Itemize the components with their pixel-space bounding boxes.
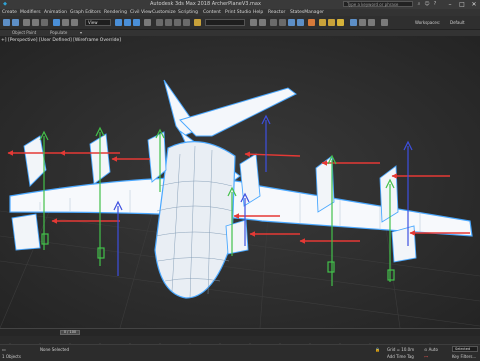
selection-region-icon[interactable]	[71, 19, 78, 26]
redo-icon[interactable]	[12, 19, 19, 26]
objects-count: 1 Objects	[2, 354, 21, 359]
scene-canvas[interactable]	[0, 36, 480, 328]
rotor-pod-9	[391, 225, 417, 263]
workspace-dropdown[interactable]: Default	[450, 19, 465, 26]
menu-create[interactable]: Create	[2, 9, 17, 16]
menu-scripting[interactable]: Scripting	[178, 9, 198, 16]
close-button[interactable]: ✕	[468, 0, 480, 9]
maxscript-listener[interactable]: ▭	[2, 347, 6, 352]
layer-explorer-icon[interactable]	[270, 19, 277, 26]
render-icon[interactable]	[337, 19, 344, 26]
render-shortcuts-icon[interactable]	[368, 19, 375, 26]
time-slider-thumb[interactable]: 0 / 100	[60, 330, 80, 335]
title-bar: ◆ Autodesk 3ds Max 2018 ArcherPlaneV3.ma…	[0, 0, 480, 9]
help-icon[interactable]: ?	[432, 1, 438, 7]
schematic-view-icon[interactable]	[297, 19, 304, 26]
time-slider-bar[interactable]: 0 / 100	[0, 328, 480, 336]
menu-modifiers[interactable]: Modifiers	[20, 9, 41, 16]
menu-states-manager[interactable]: StatesManager	[290, 9, 324, 16]
status-bar: ▭ 1 Objects None Selected 🔒 Grid = 10.0m…	[0, 344, 480, 361]
set-key-icon[interactable]: ⊶	[424, 354, 428, 359]
grid-readout: Grid = 10.0m	[387, 347, 415, 352]
render-cloud-icon[interactable]	[359, 19, 366, 26]
align-icon[interactable]	[259, 19, 266, 26]
perspective-viewport[interactable]	[0, 36, 480, 328]
workspace-label: Workspaces:	[415, 20, 441, 25]
rotate-icon[interactable]	[124, 19, 131, 26]
undo-icon[interactable]	[3, 19, 10, 26]
edit-named-selection-icon[interactable]	[194, 19, 201, 26]
viewport-label[interactable]: +] [Perspective] [User Defined] [Wirefra…	[1, 38, 121, 43]
window-title: Autodesk 3ds Max 2018 ArcherPlaneV3.max	[150, 1, 261, 7]
menu-reactor[interactable]: Reactor	[268, 9, 285, 16]
app-logo-icon[interactable]: ◆	[2, 1, 8, 7]
menu-graph-editors[interactable]: Graph Editors	[70, 9, 101, 16]
render-setup-icon[interactable]	[319, 19, 326, 26]
sign-in-icon[interactable]: ☺	[424, 1, 430, 7]
selection-status: None Selected	[40, 347, 70, 352]
a360-icon[interactable]	[350, 19, 357, 26]
set-key-dropdown[interactable]: Selected	[452, 346, 478, 352]
menu-bar: Create Modifiers Animation Graph Editors…	[0, 9, 480, 16]
menu-civil-view[interactable]: Civil View	[130, 9, 152, 16]
pivot-icon[interactable]	[144, 19, 151, 26]
select-object-icon[interactable]	[53, 19, 60, 26]
menu-rendering[interactable]: Rendering	[104, 9, 127, 16]
key-filters-button[interactable]: Key Filters...	[452, 354, 476, 359]
minimize-button[interactable]: –	[444, 0, 456, 9]
render-iterative-icon[interactable]	[381, 19, 388, 26]
lock-selection-icon[interactable]: 🔒	[375, 347, 380, 352]
menu-customize[interactable]: Customize	[152, 9, 176, 16]
mirror-icon[interactable]	[250, 19, 257, 26]
move-icon[interactable]	[115, 19, 122, 26]
material-editor-icon[interactable]	[308, 19, 315, 26]
menu-print-studio[interactable]: Print Studio	[225, 9, 251, 16]
maximize-button[interactable]: □	[456, 0, 468, 9]
menu-animation[interactable]: Animation	[44, 9, 67, 16]
percent-snap-icon[interactable]	[174, 19, 181, 26]
add-time-tag[interactable]: Add Time Tag	[387, 354, 414, 359]
main-toolbar: View Workspaces: Default	[0, 16, 480, 30]
unlink-icon[interactable]	[32, 19, 39, 26]
search-input[interactable]: Type a keyword or phrase	[343, 1, 413, 7]
link-icon[interactable]	[23, 19, 30, 26]
binoculars-icon[interactable]: ⌕	[416, 1, 422, 7]
auto-key-button[interactable]: ⊙ Auto	[424, 347, 438, 352]
menu-help[interactable]: Help	[253, 9, 263, 16]
spinner-snap-icon[interactable]	[183, 19, 190, 26]
track-bar[interactable]	[0, 336, 480, 347]
menu-content[interactable]: Content	[203, 9, 221, 16]
render-frame-icon[interactable]	[328, 19, 335, 26]
scale-icon[interactable]	[133, 19, 140, 26]
angle-snap-icon[interactable]	[165, 19, 172, 26]
named-selection-dropdown[interactable]	[205, 19, 245, 26]
selection-filter-dropdown[interactable]: View	[85, 19, 111, 26]
bind-space-warp-icon[interactable]	[41, 19, 48, 26]
graphite-toggle-icon[interactable]	[279, 19, 286, 26]
rotor-pod-7	[11, 213, 41, 251]
snap-toggle-icon[interactable]	[156, 19, 163, 26]
select-by-name-icon[interactable]	[62, 19, 69, 26]
curve-editor-icon[interactable]	[288, 19, 295, 26]
